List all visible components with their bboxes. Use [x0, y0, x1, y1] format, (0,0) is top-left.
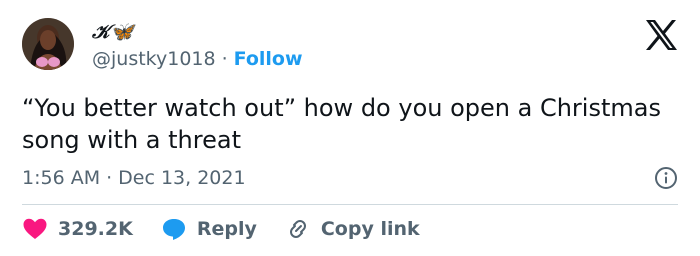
heart-icon: [23, 218, 47, 239]
link-icon: [289, 220, 306, 238]
avatar-image: [22, 18, 74, 70]
speech-bubble-icon: [162, 219, 185, 240]
tweet-text: “You better watch out” how do you open a…: [22, 94, 661, 154]
copy-link-label: Copy link: [320, 218, 420, 240]
follow-button[interactable]: Follow: [234, 48, 303, 70]
like-count: 329.2K: [58, 218, 133, 240]
info-icon[interactable]: [654, 166, 678, 190]
tweet-meta: 1:56 AM · Dec 13, 2021: [22, 165, 246, 191]
tweet-time[interactable]: 1:56 AM: [22, 167, 100, 189]
divider: [22, 204, 678, 205]
tweet-date[interactable]: Dec 13, 2021: [118, 167, 245, 189]
author-handle-row: @justky1018 · Follow: [92, 47, 303, 71]
separator-dot: ·: [221, 48, 228, 70]
author-handle[interactable]: @justky1018: [92, 48, 216, 70]
author-name-row: 𝒦🦋: [92, 18, 134, 44]
copy-link-button[interactable]: Copy link: [285, 217, 420, 241]
tweet-card: 𝒦🦋 @justky1018 · Follow “You better watc…: [0, 0, 700, 256]
x-logo-icon[interactable]: [644, 19, 678, 51]
author-display-name[interactable]: 𝒦🦋: [92, 20, 134, 43]
separator-dot: ·: [106, 167, 113, 189]
avatar[interactable]: [22, 18, 74, 70]
like-button[interactable]: 329.2K: [22, 217, 133, 241]
reply-button[interactable]: Reply: [161, 217, 257, 241]
reply-label: Reply: [196, 218, 257, 240]
action-bar: 329.2K Reply Copy link: [22, 213, 448, 245]
